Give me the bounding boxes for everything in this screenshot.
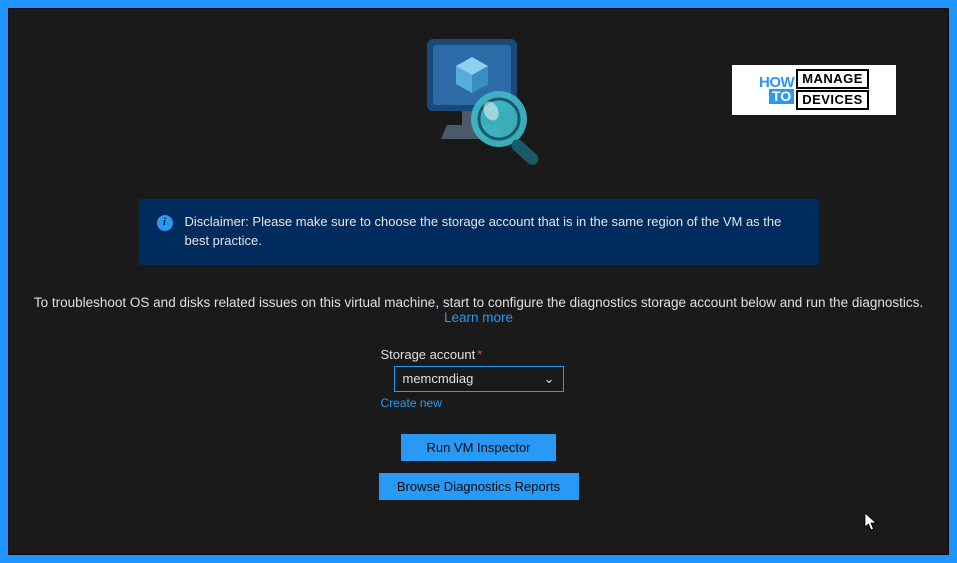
browse-diagnostics-button[interactable]: Browse Diagnostics Reports: [379, 473, 579, 500]
mouse-cursor-icon: [864, 512, 878, 532]
watermark-logo: HOW TO MANAGE DEVICES: [732, 65, 896, 115]
disclaimer-text: Disclaimer: Please make sure to choose t…: [185, 213, 801, 251]
learn-more-link[interactable]: Learn more: [444, 310, 513, 325]
form-section: Storage account* memcmdiag ⌄ Create new …: [379, 347, 579, 512]
description-text: To troubleshoot OS and disks related iss…: [9, 295, 948, 325]
storage-account-label: Storage account*: [381, 347, 483, 362]
run-vm-inspector-button[interactable]: Run VM Inspector: [401, 434, 556, 461]
page-container: i Disclaimer: Please make sure to choose…: [8, 8, 949, 555]
chevron-down-icon: ⌄: [544, 371, 555, 387]
required-indicator: *: [477, 347, 482, 362]
storage-account-dropdown[interactable]: memcmdiag ⌄: [394, 366, 564, 392]
info-icon: i: [157, 215, 173, 231]
dropdown-value: memcmdiag: [403, 371, 474, 386]
vm-inspector-hero-icon: [399, 29, 559, 184]
create-new-link[interactable]: Create new: [381, 396, 442, 410]
disclaimer-banner: i Disclaimer: Please make sure to choose…: [139, 199, 819, 265]
